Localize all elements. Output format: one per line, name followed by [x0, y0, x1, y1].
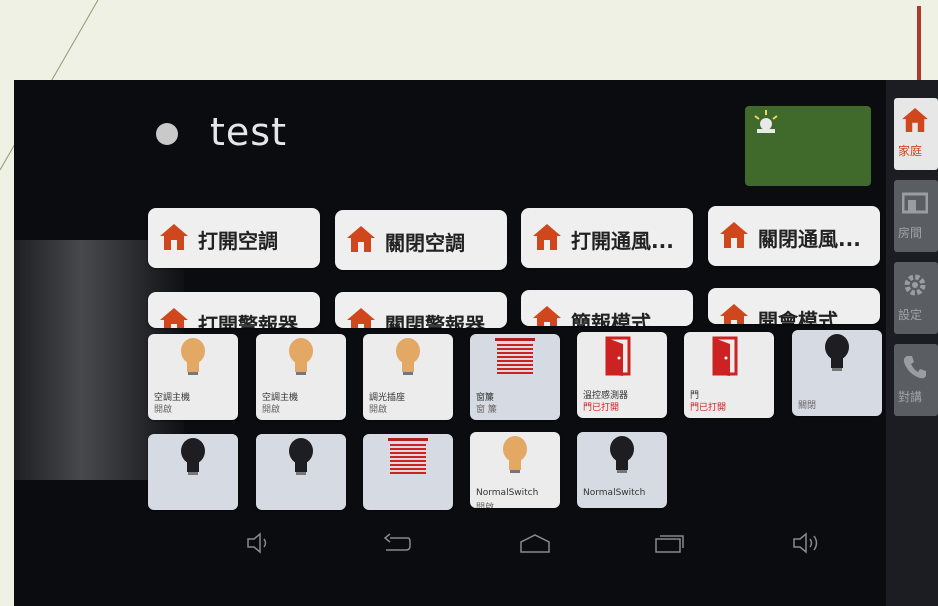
status-indicator: [156, 123, 178, 145]
scene-label: 關閉空調: [385, 231, 465, 255]
home-icon: [347, 308, 375, 328]
scene-button-ac-on[interactable]: 打開空調: [148, 208, 320, 268]
scene-label: 打開空調: [198, 229, 278, 253]
home-icon: [720, 304, 748, 324]
device-tile-door[interactable]: 門 門已打開: [684, 332, 774, 418]
device-state: 門已打開: [690, 403, 727, 413]
device-state: 關閉: [798, 401, 817, 411]
scene-label: 開會模式: [758, 309, 838, 324]
bulb-on-icon: [503, 436, 527, 473]
alarm-status-widget[interactable]: [745, 106, 871, 186]
sidebar-item-label: 對講: [898, 390, 923, 404]
bulb-on-icon: [181, 338, 205, 375]
device-tile-ac-host-2[interactable]: 空調主機 開啟: [256, 334, 346, 420]
device-tile-switch-off[interactable]: 關閉: [792, 330, 882, 416]
scene-label: 打開通風...: [571, 229, 674, 253]
home-icon: [347, 226, 375, 252]
scene-button-meeting[interactable]: 開會模式: [708, 288, 880, 324]
curtain-icon: [388, 438, 428, 474]
scene-button-presentation[interactable]: 簡報模式: [521, 290, 693, 326]
scene-label: 簡報模式: [571, 311, 651, 326]
sidebar-item-label: 家庭: [898, 144, 923, 158]
room-icon: [902, 192, 928, 214]
scene-label: 打開警報器: [198, 313, 298, 328]
bulb-on-icon: [396, 338, 420, 375]
home-nav-icon[interactable]: [519, 532, 551, 554]
phone-icon: [903, 356, 926, 379]
android-nav-bar: [14, 510, 886, 580]
scene-label: 關閉警報器: [385, 313, 485, 328]
device-tile-ac-host-1[interactable]: 空調主機 開啟: [148, 334, 238, 420]
device-tile-curtain[interactable]: 窗簾 窗 簾: [470, 334, 560, 420]
back-icon[interactable]: [382, 532, 412, 554]
device-tile-light-8[interactable]: [256, 434, 346, 510]
bulb-on-icon: [289, 338, 313, 375]
home-icon: [533, 306, 561, 326]
device-tile-dimmer[interactable]: 調光插座 開啟: [363, 334, 453, 420]
sidebar-item-intercom[interactable]: 對講: [894, 344, 938, 416]
settings-icon: [904, 274, 926, 296]
room-title: test: [210, 110, 287, 154]
bulb-off-icon: [181, 438, 205, 475]
bulb-off-icon: [825, 334, 849, 371]
device-state: 開啟: [154, 405, 173, 415]
device-tile-normalswitch-off[interactable]: NormalSwitch: [577, 432, 667, 508]
device-state: 開啟: [369, 405, 388, 415]
volume-up-icon[interactable]: [792, 532, 822, 554]
home-icon: [902, 108, 928, 132]
scene-button-ac-off[interactable]: 關閉空調: [335, 210, 507, 270]
sidebar-item-label: 設定: [898, 308, 923, 322]
tablet-screen: test 打開空調 關閉空調 打開通風... 關閉通風... 打開警報器 關閉警…: [14, 80, 938, 606]
device-tile-light-7[interactable]: [148, 434, 238, 510]
scene-button-alarm-on[interactable]: 打開警報器: [148, 292, 320, 328]
device-tile-normalswitch-on[interactable]: NormalSwitch 開啟: [470, 432, 560, 508]
device-tile-curtain-2[interactable]: [363, 434, 453, 510]
siren-icon: [754, 110, 778, 133]
home-icon: [160, 308, 188, 328]
door-icon: [605, 336, 631, 376]
scene-button-alarm-off[interactable]: 關閉警報器: [335, 292, 507, 328]
device-state: 開啟: [262, 405, 281, 415]
device-state: 門已打開: [583, 403, 620, 413]
device-name: NormalSwitch: [583, 488, 646, 498]
bulb-off-icon: [610, 436, 634, 473]
sidebar: 家庭 房間 設定 對講: [886, 80, 938, 606]
device-tile-temp-sensor[interactable]: 溫控感測器 門已打開: [577, 332, 667, 418]
scene-button-vent-off[interactable]: 關閉通風...: [708, 206, 880, 266]
device-name: NormalSwitch: [476, 488, 539, 498]
volume-down-icon[interactable]: [246, 532, 272, 554]
home-icon: [533, 224, 561, 250]
recent-apps-icon[interactable]: [654, 532, 684, 554]
device-state: 窗 簾: [476, 405, 497, 415]
door-icon: [712, 336, 738, 376]
home-icon: [160, 224, 188, 250]
home-icon: [720, 222, 748, 248]
curtain-icon: [495, 338, 535, 374]
sidebar-item-label: 房間: [898, 226, 923, 240]
scene-label: 關閉通風...: [758, 227, 861, 251]
sidebar-item-room[interactable]: 房間: [894, 180, 938, 252]
scene-button-vent-on[interactable]: 打開通風...: [521, 208, 693, 268]
bulb-off-icon: [289, 438, 313, 475]
sidebar-item-settings[interactable]: 設定: [894, 262, 938, 334]
device-state: 開啟: [476, 503, 495, 508]
sidebar-item-home[interactable]: 家庭: [894, 98, 938, 170]
